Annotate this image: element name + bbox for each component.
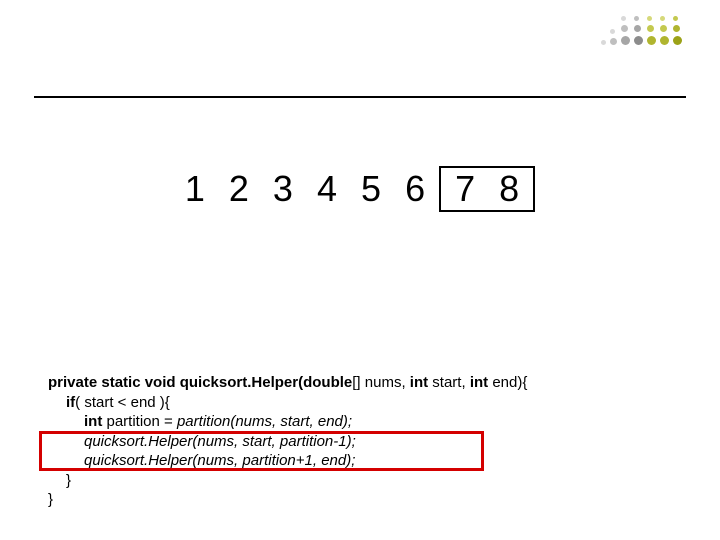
dot-icon [647, 16, 652, 21]
seq-num-6: 6 [398, 168, 432, 210]
dot-icon [610, 29, 615, 34]
dot-icon [634, 16, 639, 21]
code-line-close-fn: } [48, 490, 527, 510]
dot-icon [634, 25, 641, 32]
seq-num-2: 2 [222, 168, 256, 210]
dot-icon [621, 25, 628, 32]
highlight-rectangle [39, 431, 484, 471]
seq-num-1: 1 [178, 168, 212, 210]
dot-icon [634, 36, 643, 45]
number-sequence: 1 2 3 4 5 67 8 [0, 166, 720, 212]
seq-num-3: 3 [266, 168, 300, 210]
horizontal-rule [34, 96, 686, 98]
code-line-signature: private static void quicksort.Helper(dou… [48, 373, 527, 393]
seq-num-7: 7 [448, 168, 482, 210]
dot-icon [660, 25, 667, 32]
dot-icon [647, 25, 654, 32]
code-line-partition-decl: int partition = partition(nums, start, e… [48, 412, 527, 432]
code-line-if: if( start < end ){ [48, 393, 527, 413]
dot-icon [601, 40, 606, 45]
decorative-dot-grid [601, 16, 682, 45]
code-line-close-if: } [48, 471, 527, 491]
highlighted-range-box: 7 8 [432, 166, 542, 212]
seq-num-8: 8 [492, 168, 526, 210]
seq-num-5: 5 [354, 168, 388, 210]
dot-icon [660, 16, 665, 21]
seq-num-4: 4 [310, 168, 344, 210]
dot-icon [647, 36, 656, 45]
dot-icon [673, 36, 682, 45]
dot-icon [673, 16, 678, 21]
dot-icon [660, 36, 669, 45]
dot-icon [621, 16, 626, 21]
dot-icon [673, 25, 680, 32]
dot-icon [621, 36, 630, 45]
dot-icon [610, 38, 617, 45]
